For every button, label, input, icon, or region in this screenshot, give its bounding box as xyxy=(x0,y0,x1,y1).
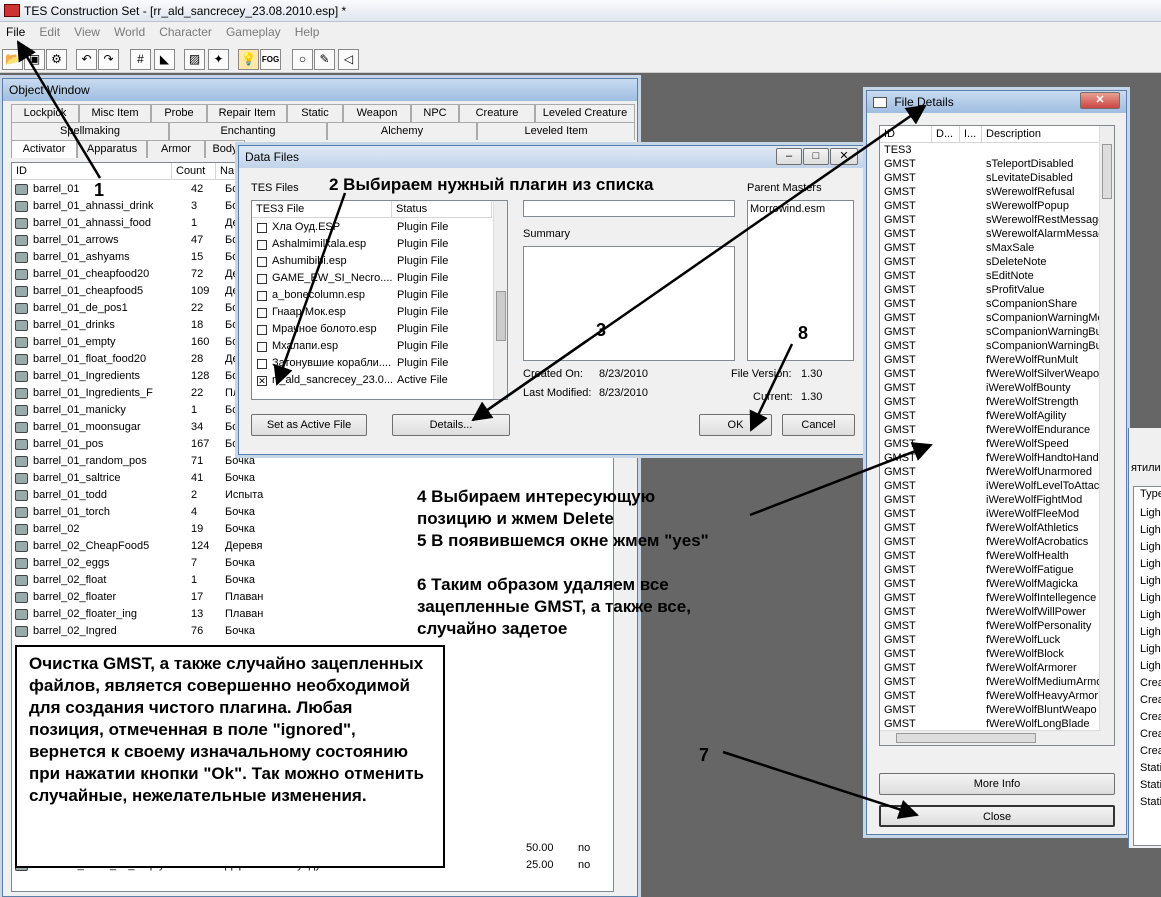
annotation-1: 1 xyxy=(94,180,105,200)
arrow-3b xyxy=(472,104,927,422)
annotation-8: 8 xyxy=(798,323,809,343)
explanation-note: Очистка GMST, а также случайно зацепленн… xyxy=(15,645,445,868)
arrow-2 xyxy=(273,192,347,386)
annotation-2: 2 Выбираем нужный плагин из списка xyxy=(329,175,654,194)
arrow-1 xyxy=(16,40,102,179)
arrow-4 xyxy=(749,442,933,517)
annotation-7: 7 xyxy=(699,745,710,765)
arrow-7 xyxy=(722,750,919,819)
annotation-4: 4 Выбираем интересующую позицию и жмем D… xyxy=(417,487,656,528)
annotation-3: 3 xyxy=(596,320,607,340)
annotation-5: 5 В появившемся окне жмем "yes" xyxy=(417,531,709,550)
arrow-8 xyxy=(749,343,794,432)
annotation-6: 6 Таким образом удаляем все зацепленные … xyxy=(417,575,691,638)
